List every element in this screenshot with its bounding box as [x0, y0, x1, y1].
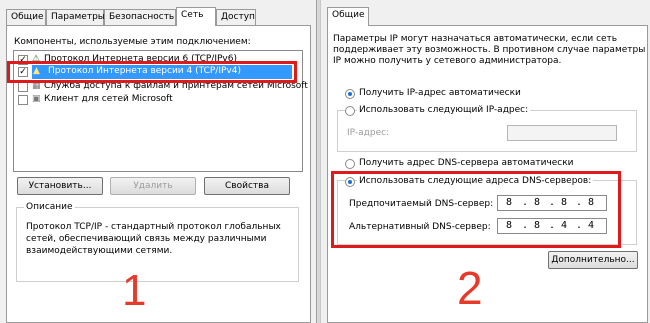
dns-auto-radio[interactable]: [345, 159, 355, 169]
highlight-dns: [331, 171, 621, 248]
ip-manual-label[interactable]: Использовать следующий IP-адрес:: [357, 105, 531, 115]
file-sharing-checkbox[interactable]: [18, 82, 28, 92]
tab-sharing[interactable]: Доступ: [216, 9, 256, 25]
ip-auto-label[interactable]: Получить IP-адрес автоматически: [359, 88, 521, 98]
right-dialog: Общие Параметры IP могут назначаться авт…: [321, 0, 650, 323]
client-icon: ▣: [32, 94, 41, 104]
left-dialog: Общие Параметры Безопасность Сеть Доступ…: [0, 0, 316, 323]
ip-manual-radio[interactable]: [345, 106, 355, 116]
description-line-2: сетей, обеспечивающий связь между различ…: [26, 234, 267, 244]
description-group: [16, 207, 299, 282]
ms-client-checkbox[interactable]: [18, 95, 28, 105]
ip-address-field[interactable]: [507, 125, 617, 141]
highlight-ipv4: [7, 61, 297, 83]
remove-button[interactable]: Удалить: [110, 177, 196, 195]
description-line-3: взаимодействующими сетями.: [26, 246, 173, 256]
annotation-number-2: 2: [457, 262, 483, 314]
annotation-number-1: 1: [122, 266, 147, 315]
tab-parameters[interactable]: Параметры: [46, 9, 105, 25]
intro-line-1: Параметры IP могут назначаться автоматич…: [333, 34, 618, 44]
component-ms-client-label[interactable]: Клиент для сетей Microsoft: [44, 94, 173, 104]
dns-auto-label[interactable]: Получить адрес DNS-сервера автоматически: [359, 158, 574, 168]
ip-auto-radio[interactable]: [345, 89, 355, 99]
advanced-button[interactable]: Дополнительно...: [548, 251, 638, 269]
intro-line-2: поддерживает эту возможность. В противно…: [333, 45, 646, 55]
intro-line-3: IP можно получить у сетевого администрат…: [333, 56, 562, 66]
tab-network[interactable]: Сеть: [176, 7, 216, 26]
tab-security[interactable]: Безопасность: [104, 9, 176, 25]
ip-address-label: IP-адрес:: [347, 128, 390, 138]
components-label: Компоненты, используемые этим подключени…: [14, 37, 251, 47]
install-button[interactable]: Установить...: [17, 177, 103, 195]
properties-button[interactable]: Свойства: [204, 177, 290, 195]
description-line-1: Протокол TCP/IP - стандартный протокол г…: [26, 222, 281, 232]
description-legend: Описание: [24, 202, 75, 212]
tab-general-right[interactable]: Общие: [327, 7, 369, 26]
tab-general[interactable]: Общие: [6, 9, 46, 25]
